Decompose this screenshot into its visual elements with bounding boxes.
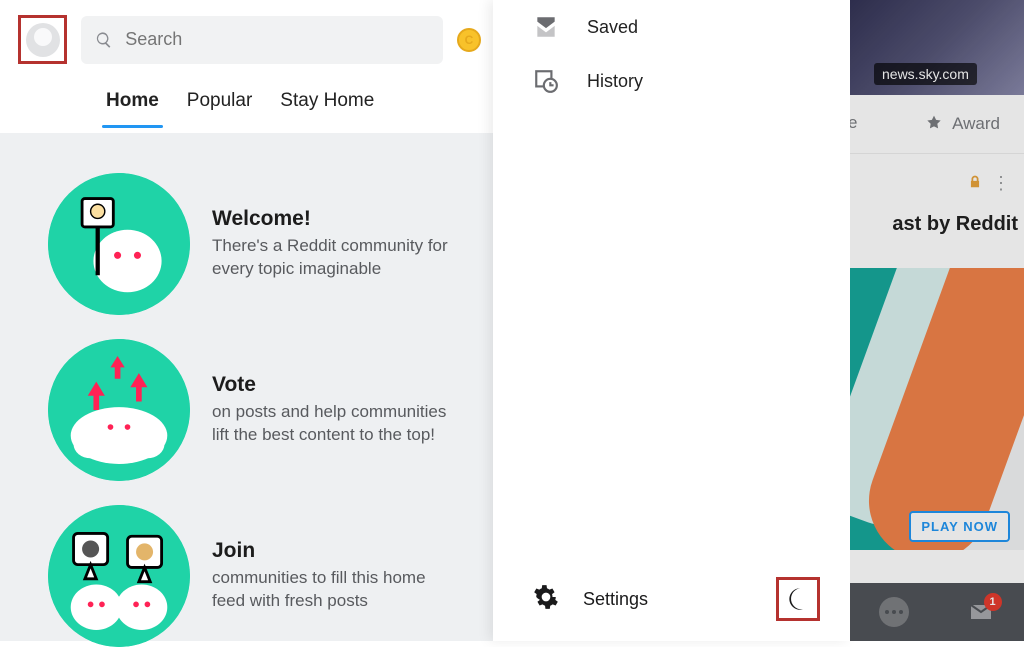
profile-avatar-icon	[26, 23, 60, 57]
welcome-body: There's a Reddit community for every top…	[212, 235, 462, 281]
vote-illustration	[48, 339, 190, 481]
nav-drawer: Saved History Settings	[493, 0, 850, 641]
saved-label: Saved	[587, 17, 638, 38]
lock-icon	[968, 175, 982, 192]
search-bar[interactable]	[81, 16, 443, 64]
join-illustration	[48, 505, 190, 647]
profile-avatar-highlight[interactable]	[18, 15, 67, 64]
promo-image: PLAY NOW	[850, 268, 1024, 550]
welcome-text: Welcome! There's a Reddit community for …	[212, 207, 462, 281]
tab-home[interactable]: Home	[106, 90, 159, 122]
history-label: History	[587, 71, 643, 92]
join-text: Join communities to fill this home feed …	[212, 539, 462, 613]
saved-icon	[533, 14, 559, 40]
tab-popular[interactable]: Popular	[187, 90, 253, 122]
post-thumbnail: news.sky.com	[850, 0, 1024, 95]
gear-icon	[533, 584, 559, 615]
background-app-sliver: news.sky.com e Award ⋮ ast by Reddit PLA…	[850, 0, 1024, 641]
drawer-item-settings[interactable]: Settings	[533, 584, 776, 615]
join-title: Join	[212, 539, 462, 563]
night-mode-toggle-highlight[interactable]	[776, 577, 820, 621]
moon-icon	[785, 586, 811, 612]
header-bar: C	[0, 0, 493, 79]
share-label-partial: e	[850, 113, 857, 133]
tab-stay-home[interactable]: Stay Home	[280, 90, 374, 122]
feed-tabs: Home Popular Stay Home	[0, 79, 493, 133]
onboarding-feed: Welcome! There's a Reddit community for …	[0, 133, 493, 641]
vote-title: Vote	[212, 373, 462, 397]
onboarding-vote: Vote on posts and help communities lift …	[48, 339, 469, 481]
play-now-button[interactable]: PLAY NOW	[909, 511, 1010, 542]
inbox-badge: 1	[984, 593, 1002, 611]
vote-body: on posts and help communities lift the b…	[212, 401, 462, 447]
history-icon	[533, 68, 559, 94]
post-actions: Award	[850, 95, 1024, 153]
main-pane: C Home Popular Stay Home Welcome! There'…	[0, 0, 493, 641]
search-input[interactable]	[125, 29, 429, 50]
domain-pill: news.sky.com	[874, 63, 977, 85]
onboarding-join: Join communities to fill this home feed …	[48, 505, 469, 647]
welcome-title: Welcome!	[212, 207, 462, 231]
nav-inbox[interactable]: 1	[964, 595, 998, 629]
post-title-partial: ast by Reddit	[850, 213, 1024, 246]
search-icon	[95, 30, 113, 50]
coins-icon[interactable]: C	[457, 28, 481, 52]
bottom-nav: 1	[850, 583, 1024, 641]
settings-label: Settings	[583, 589, 648, 610]
onboarding-welcome: Welcome! There's a Reddit community for …	[48, 173, 469, 315]
vote-text: Vote on posts and help communities lift …	[212, 373, 462, 447]
post-meta-row: ⋮	[850, 153, 1024, 213]
drawer-item-saved[interactable]: Saved	[493, 0, 850, 54]
award-icon[interactable]	[924, 114, 944, 134]
welcome-illustration	[48, 173, 190, 315]
overflow-icon[interactable]: ⋮	[992, 173, 1010, 194]
drawer-item-history[interactable]: History	[493, 54, 850, 108]
join-body: communities to fill this home feed with …	[212, 567, 462, 613]
chat-icon	[879, 597, 909, 627]
nav-chat[interactable]	[877, 595, 911, 629]
award-label[interactable]: Award	[952, 114, 1000, 134]
